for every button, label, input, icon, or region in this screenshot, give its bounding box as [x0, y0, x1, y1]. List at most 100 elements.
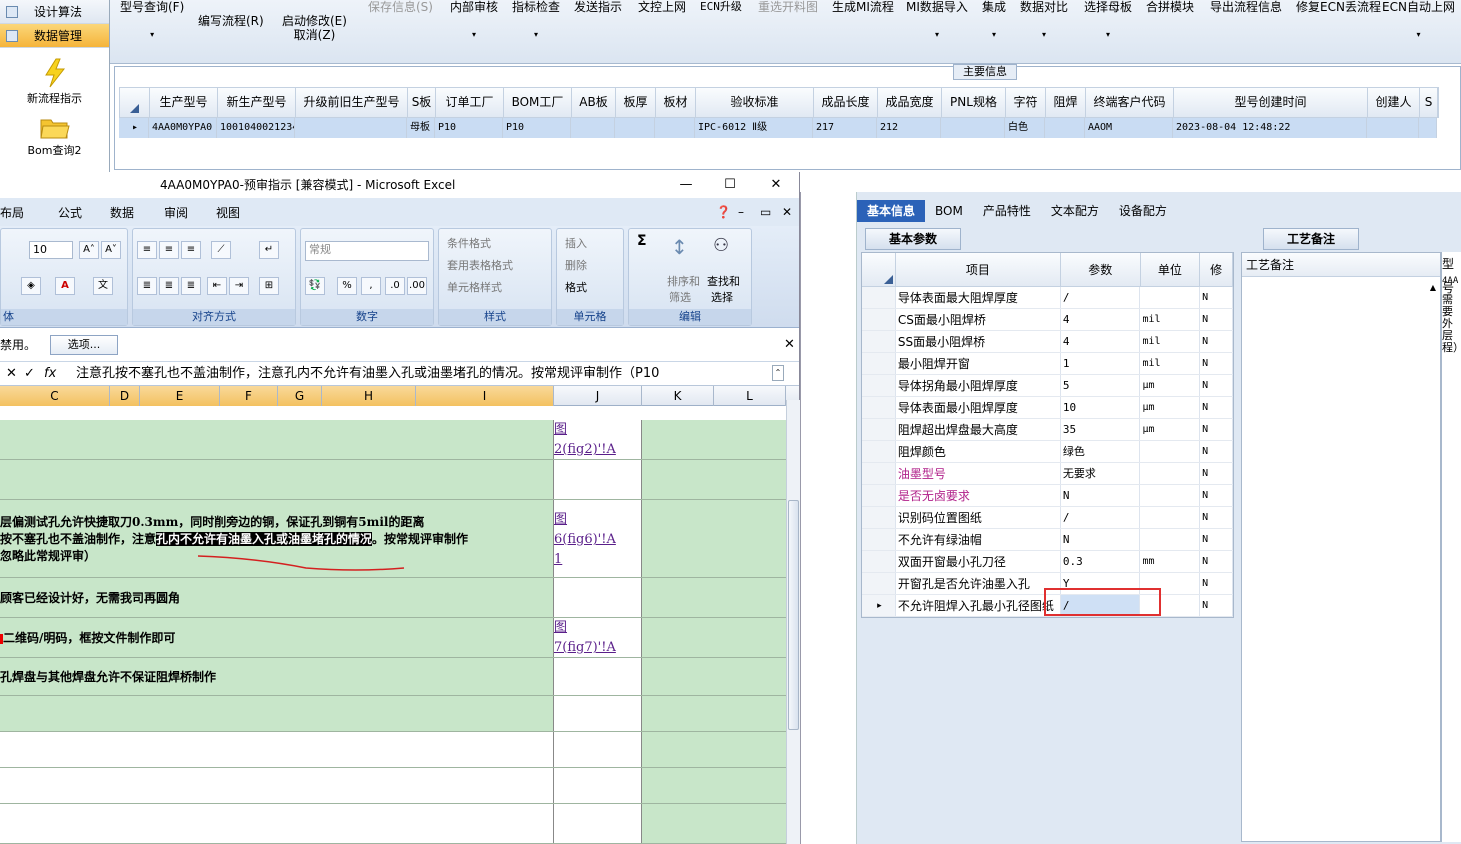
column-header-e[interactable]: E: [140, 386, 220, 406]
phonetic-icon[interactable]: 文: [93, 277, 113, 295]
align-center-icon[interactable]: ≣: [159, 277, 179, 295]
param-row[interactable]: 不允许有绿油帽 N N: [862, 529, 1233, 551]
cell[interactable]: [642, 658, 786, 695]
ribbon-restore-icon[interactable]: ▭: [760, 205, 771, 219]
table-row[interactable]: 层偏测试孔允许快捷取刀0.3mm，同时削旁边的铜，保证孔到铜有5mil的距离 按…: [0, 500, 786, 578]
currency-icon[interactable]: 💱: [305, 277, 325, 295]
param-value[interactable]: /: [1061, 287, 1141, 308]
column-header-d[interactable]: D: [110, 386, 140, 406]
close-icon[interactable]: ✕: [766, 172, 786, 198]
col-header[interactable]: 升级前旧生产型号: [296, 88, 408, 117]
percent-icon[interactable]: %: [337, 277, 357, 295]
comma-icon[interactable]: ,: [361, 277, 381, 295]
col-header[interactable]: 成品宽度: [878, 88, 942, 117]
filter-label[interactable]: 筛选: [669, 289, 691, 305]
col-header[interactable]: 新生产型号: [218, 88, 296, 117]
tab-3[interactable]: 文本配方: [1041, 200, 1109, 222]
cell[interactable]: [0, 768, 554, 803]
param-row[interactable]: 最小阻焊开窗 1 mil N: [862, 353, 1233, 375]
increase-decimal-icon[interactable]: .0: [385, 277, 405, 295]
param-row[interactable]: 阻焊颜色 绿色 N: [862, 441, 1233, 463]
table-row[interactable]: [0, 804, 786, 844]
cell[interactable]: 顾客已经设计好，无需我司再圆角: [0, 578, 554, 617]
align-middle-icon[interactable]: ≡: [159, 241, 179, 259]
col-header[interactable]: PNL规格: [942, 88, 1006, 117]
cell[interactable]: [0, 460, 554, 499]
data-compare-menu[interactable]: 数据对比 ▾: [1020, 0, 1068, 42]
column-header-f[interactable]: F: [220, 386, 278, 406]
param-value[interactable]: N: [1061, 485, 1141, 506]
table-row[interactable]: 孔焊盘与其他焊盘允许不保证阻焊桥制作: [0, 658, 786, 696]
column-header-k[interactable]: K: [642, 386, 714, 406]
cell[interactable]: 孔焊盘与其他焊盘允许不保证阻焊桥制作: [0, 658, 554, 695]
param-value[interactable]: 绿色: [1061, 441, 1141, 462]
col-header[interactable]: AB板: [572, 88, 616, 117]
cell[interactable]: [642, 420, 786, 459]
col-header[interactable]: 成品长度: [814, 88, 878, 117]
tab-4[interactable]: 设备配方: [1109, 200, 1177, 222]
decrease-decimal-icon[interactable]: .00: [407, 277, 427, 295]
cancel-icon[interactable]: ✕: [6, 362, 17, 386]
param-row[interactable]: 双面开窗最小孔刀径 0.3 mm N: [862, 551, 1233, 573]
bom-query-button[interactable]: Bom查询2: [0, 116, 109, 158]
shrink-font-icon[interactable]: A˅: [101, 241, 121, 259]
param-row[interactable]: 导体表面最小阻焊厚度 10 μm N: [862, 397, 1233, 419]
close-message-icon[interactable]: ✕: [784, 328, 795, 362]
cell[interactable]: [554, 696, 642, 731]
format-button[interactable]: 格式: [565, 279, 587, 295]
find-select-label[interactable]: 查找和: [707, 273, 740, 289]
worksheet[interactable]: 图 2(fig2)'!A 层偏测试孔允许快捷取刀0.3mm，同时削旁边的铜，保证孔…: [0, 420, 786, 844]
table-row[interactable]: [0, 768, 786, 804]
orientation-icon[interactable]: ⟋: [211, 241, 231, 259]
tab-1[interactable]: BOM: [925, 200, 973, 222]
param-row[interactable]: 是否无卤要求 N N: [862, 485, 1233, 507]
col-header[interactable]: BOM工厂: [504, 88, 572, 117]
param-value[interactable]: 35: [1061, 419, 1141, 440]
ribbon-minimize-icon[interactable]: –: [738, 205, 744, 219]
table-format-button[interactable]: 套用表格格式: [447, 257, 513, 273]
send-report-menu[interactable]: 发送指示: [574, 0, 622, 14]
param-row[interactable]: CS面最小阻焊桥 4 mil N: [862, 309, 1233, 331]
increase-indent-icon[interactable]: ⇥: [229, 277, 249, 295]
column-header-i[interactable]: I: [416, 386, 554, 406]
options-button[interactable]: 选项...: [50, 335, 118, 355]
scroll-thumb[interactable]: [788, 500, 799, 730]
cell[interactable]: [642, 768, 786, 803]
tab-3[interactable]: 审阅: [164, 204, 188, 221]
col-header[interactable]: 终端客户代码: [1086, 88, 1174, 117]
cell[interactable]: 层偏测试孔允许快捷取刀0.3mm，同时削旁边的铜，保证孔到铜有5mil的距离 按…: [0, 500, 554, 577]
mi-import-menu[interactable]: MI数据导入 ▾: [906, 0, 968, 42]
internal-review-menu[interactable]: 内部审核 ▾: [450, 0, 498, 42]
sum-icon[interactable]: Σ: [637, 233, 647, 249]
hyperlink-cell[interactable]: 图 6(fig6)'!A 1: [554, 500, 642, 577]
cell-style-button[interactable]: 单元格样式: [447, 279, 502, 295]
column-header-c[interactable]: C: [0, 386, 110, 406]
cell[interactable]: [0, 420, 554, 459]
align-right-icon[interactable]: ≣: [181, 277, 201, 295]
table-row[interactable]: [0, 460, 786, 500]
merge-center-icon[interactable]: ⊞: [259, 277, 279, 295]
gen-mi-menu[interactable]: 生成MI流程: [832, 0, 894, 14]
col-header[interactable]: S: [1420, 88, 1438, 117]
help-icon[interactable]: ❓: [716, 205, 731, 219]
cell[interactable]: [554, 460, 642, 499]
sort-filter-label[interactable]: 排序和: [667, 273, 700, 289]
tab-process-remarks[interactable]: 工艺备注: [1263, 228, 1359, 250]
nav-item-data-management[interactable]: 数据管理: [0, 24, 109, 48]
indicator-check-menu[interactable]: 指标检查 ▾: [512, 0, 560, 42]
col-header[interactable]: 验收标准: [696, 88, 814, 117]
ecn-upgrade-menu[interactable]: ECN升级: [700, 0, 742, 14]
fix-ecn-menu[interactable]: 修复ECN丢流程: [1296, 0, 1381, 14]
param-value[interactable]: 4: [1061, 309, 1141, 330]
model-query-menu[interactable]: 型号查询(F) ▾: [120, 0, 184, 42]
vertical-scrollbar[interactable]: [786, 400, 800, 844]
cell[interactable]: [642, 618, 786, 657]
doc-upload-menu[interactable]: 文控上网: [638, 0, 686, 14]
function-icon[interactable]: fx: [44, 362, 56, 386]
col-header[interactable]: 订单工厂: [436, 88, 504, 117]
param-value[interactable]: 1: [1061, 353, 1141, 374]
cond-format-button[interactable]: 条件格式: [447, 235, 491, 251]
integrate-menu[interactable]: 集成 ▾: [982, 0, 1006, 42]
col-header[interactable]: 型号创建时间: [1174, 88, 1368, 117]
column-header-g[interactable]: G: [278, 386, 322, 406]
